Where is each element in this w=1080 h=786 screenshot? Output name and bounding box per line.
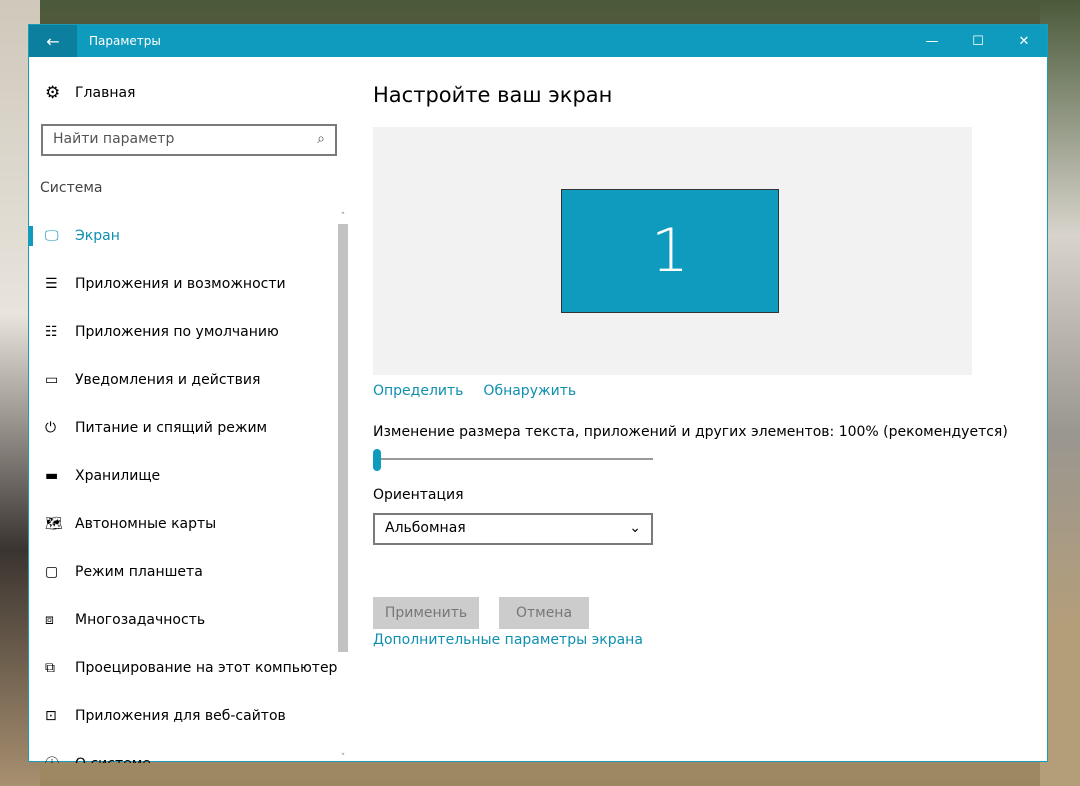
- sidebar-item[interactable]: ▬ Хранилище: [29, 452, 339, 500]
- sidebar-item-label: О системе: [75, 756, 151, 763]
- sidebar-item-label: Питание и спящий режим: [75, 420, 268, 436]
- scrollbar[interactable]: ˄ ˅: [337, 212, 349, 763]
- search-icon: ⌕: [317, 131, 325, 147]
- apply-button[interactable]: Применить: [373, 597, 479, 629]
- back-button[interactable]: ←: [29, 25, 77, 57]
- sidebar-item-label: Автономные карты: [75, 516, 217, 532]
- window-title: Параметры: [89, 34, 161, 48]
- nav-icon: ⏻: [45, 420, 57, 436]
- sidebar-item[interactable]: ⊡ Приложения для веб-сайтов: [29, 692, 339, 740]
- sidebar-item[interactable]: ☰ Приложения и возможности: [29, 260, 339, 308]
- sidebar-item-label: Экран: [75, 228, 120, 244]
- search-placeholder: Найти параметр: [53, 131, 175, 147]
- sidebar-item[interactable]: 🗺 Автономные карты: [29, 500, 339, 548]
- sidebar-item-label: Приложения для веб-сайтов: [75, 708, 286, 724]
- nav-icon: ▬: [45, 468, 59, 484]
- sidebar-item[interactable]: ▭ Уведомления и действия: [29, 356, 339, 404]
- chevron-down-icon: ⌄: [629, 520, 641, 536]
- nav-icon: ⊡: [45, 708, 57, 724]
- sidebar-item-label: Проецирование на этот компьютер: [75, 660, 338, 676]
- title-bar: ← Параметры — ☐ ✕: [29, 25, 1047, 57]
- identify-link[interactable]: Определить: [373, 383, 463, 399]
- nav-list: 🖵 Экран ☰ Приложения и возможности ☷ Приложен…: [29, 212, 339, 763]
- orientation-value: Альбомная: [385, 520, 466, 536]
- settings-window: ← Параметры — ☐ ✕ ⚙ Главная Найти параме…: [28, 24, 1048, 763]
- advanced-settings-link[interactable]: Дополнительные параметры экрана: [373, 632, 643, 648]
- gear-icon: ⚙: [45, 83, 61, 103]
- sidebar-item-label: Приложения и возможности: [75, 276, 286, 292]
- search-input[interactable]: Найти параметр ⌕: [41, 124, 337, 156]
- sidebar-item[interactable]: ☷ Приложения по умолчанию: [29, 308, 339, 356]
- nav-icon: 🖵: [45, 228, 59, 244]
- scrollbar-thumb[interactable]: [338, 224, 348, 652]
- page-title: Настройте ваш экран: [373, 83, 613, 107]
- nav-icon: ☷: [45, 324, 58, 340]
- sidebar-item[interactable]: ▢ Режим планшета: [29, 548, 339, 596]
- display-preview: 1: [373, 127, 972, 375]
- nav-icon: ⧈: [45, 612, 54, 628]
- sidebar-item[interactable]: ⏻ Питание и спящий режим: [29, 404, 339, 452]
- nav-icon: ▭: [45, 372, 59, 388]
- cancel-button[interactable]: Отмена: [499, 597, 589, 629]
- home-label: Главная: [75, 85, 136, 101]
- orientation-select[interactable]: Альбомная ⌄: [373, 513, 653, 545]
- nav-icon: 🗺: [45, 516, 63, 532]
- nav-icon: ⓘ: [29, 754, 75, 763]
- orientation-label: Ориентация: [373, 487, 464, 503]
- nav-icon: ▢: [45, 564, 59, 580]
- monitor-tile[interactable]: 1: [561, 189, 779, 313]
- maximize-button[interactable]: ☐: [955, 25, 1001, 57]
- sidebar-item[interactable]: ⧉ Проецирование на этот компьютер: [29, 644, 339, 692]
- scale-label: Изменение размера текста, приложений и д…: [373, 424, 1008, 440]
- sidebar: ⚙ Главная Найти параметр ⌕ Система 🖵 Экра…: [29, 57, 351, 763]
- minimize-button[interactable]: —: [909, 25, 955, 57]
- scale-slider[interactable]: [373, 447, 653, 471]
- sidebar-item-label: Уведомления и действия: [75, 372, 261, 388]
- section-heading: Система: [40, 180, 103, 196]
- home-link[interactable]: ⚙ Главная: [45, 83, 135, 103]
- sidebar-item-label: Приложения по умолчанию: [75, 324, 279, 340]
- slider-thumb[interactable]: [373, 449, 381, 471]
- sidebar-item[interactable]: ⓘО системе: [29, 740, 339, 763]
- nav-icon: ☰: [45, 276, 58, 292]
- nav-icon: ⧉: [45, 660, 55, 676]
- sidebar-item-label: Многозадачность: [75, 612, 206, 628]
- sidebar-item-label: Хранилище: [75, 468, 161, 484]
- scroll-up-icon[interactable]: ˄: [337, 212, 349, 222]
- sidebar-item-label: Режим планшета: [75, 564, 203, 580]
- scroll-down-icon[interactable]: ˅: [337, 753, 349, 763]
- close-button[interactable]: ✕: [1001, 25, 1047, 57]
- detect-link[interactable]: Обнаружить: [483, 383, 576, 399]
- sidebar-item[interactable]: ⧈ Многозадачность: [29, 596, 339, 644]
- sidebar-item[interactable]: 🖵 Экран: [29, 212, 339, 260]
